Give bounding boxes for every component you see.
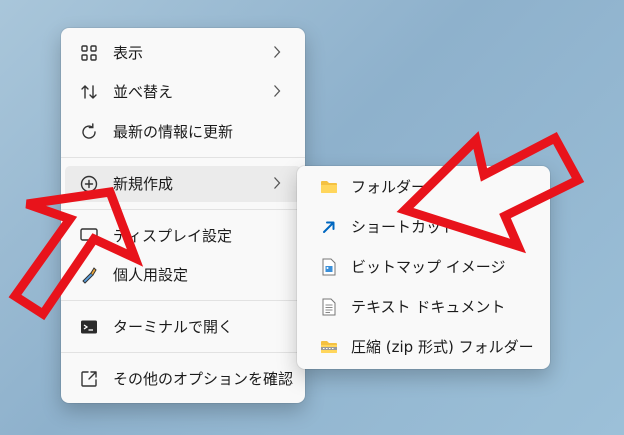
- menu-item-label: ディスプレイ設定: [113, 227, 232, 245]
- chevron-right-icon: [274, 85, 281, 97]
- menu-separator: [61, 352, 305, 353]
- menu-item-label: ターミナルで開く: [113, 318, 234, 336]
- zip-folder-icon: [321, 341, 337, 353]
- shortcut-icon: [323, 221, 335, 233]
- refresh-icon: [82, 123, 96, 139]
- menu-separator: [61, 209, 305, 210]
- menu-item-personalize[interactable]: 個人用設定: [65, 257, 301, 293]
- menu-item-label: 最新の情報に更新: [113, 123, 234, 141]
- menu-item-label: 並べ替え: [113, 83, 174, 101]
- menu-item-label: 新規作成: [113, 175, 174, 193]
- chevron-right-icon: [274, 46, 281, 58]
- submenu-item-folder[interactable]: フォルダー: [301, 169, 546, 205]
- sort-icon: [81, 85, 97, 99]
- menu-item-label: 表示: [113, 44, 144, 62]
- submenu-item-shortcut[interactable]: ショートカット: [301, 209, 546, 245]
- menu-item-view[interactable]: 表示: [65, 35, 301, 71]
- more-options-icon: [81, 371, 97, 387]
- submenu-item-label: テキスト ドキュメント: [351, 298, 506, 316]
- menu-item-label: 個人用設定: [113, 266, 189, 284]
- menu-item-open-terminal[interactable]: ターミナルで開く: [65, 309, 301, 345]
- menu-item-display-settings[interactable]: ディスプレイ設定: [65, 218, 301, 254]
- submenu-item-bitmap[interactable]: ビットマップ イメージ: [301, 249, 546, 285]
- menu-item-more-options[interactable]: その他のオプションを確認: [65, 361, 301, 397]
- menu-item-sort[interactable]: 並べ替え: [65, 74, 301, 110]
- folder-icon: [321, 181, 337, 193]
- bitmap-image-icon: [322, 258, 336, 276]
- add-circle-icon: [80, 175, 98, 193]
- menu-item-label: その他のオプションを確認: [113, 370, 294, 388]
- submenu-item-label: フォルダー: [351, 178, 427, 196]
- new-submenu: フォルダー ショートカット ビットマップ イメージ テキスト ドキュメント 圧縮…: [297, 166, 550, 369]
- menu-separator: [61, 157, 305, 158]
- submenu-item-label: ショートカット: [351, 218, 457, 236]
- menu-item-refresh[interactable]: 最新の情報に更新: [65, 114, 301, 150]
- submenu-item-label: 圧縮 (zip 形式) フォルダー: [351, 338, 534, 356]
- menu-separator: [61, 300, 305, 301]
- text-document-icon: [322, 298, 336, 316]
- submenu-item-label: ビットマップ イメージ: [351, 258, 506, 276]
- grid-view-icon: [81, 45, 97, 61]
- submenu-item-zip-folder[interactable]: 圧縮 (zip 形式) フォルダー: [301, 329, 546, 365]
- submenu-item-text-document[interactable]: テキスト ドキュメント: [301, 289, 546, 325]
- display-settings-icon: [80, 228, 98, 244]
- chevron-right-icon: [274, 177, 281, 189]
- menu-item-new[interactable]: 新規作成: [65, 166, 301, 202]
- desktop-context-menu: 表示 並べ替え 最新の情報に更新 新規作成 ディスプレイ設定 個人用設定 ターミ…: [61, 28, 305, 403]
- terminal-icon: [81, 320, 97, 334]
- personalize-icon: [82, 267, 97, 284]
